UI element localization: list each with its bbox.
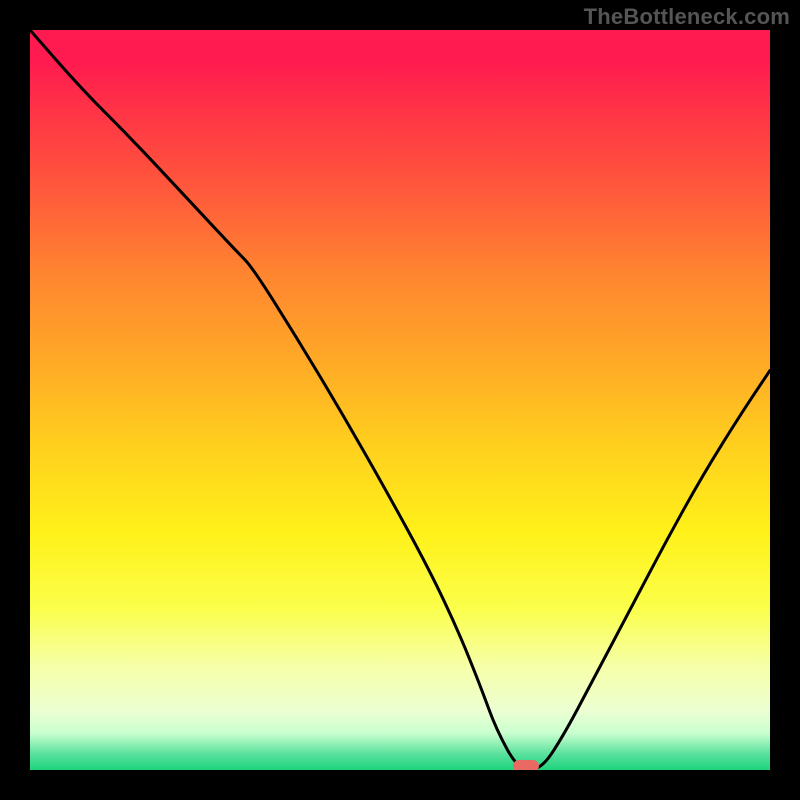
attribution-label: TheBottleneck.com <box>584 4 790 30</box>
bottleneck-curve-path <box>30 30 770 770</box>
chart-stage: TheBottleneck.com <box>0 0 800 800</box>
optimum-marker <box>513 760 539 770</box>
plot-area <box>30 30 770 770</box>
curve-svg <box>30 30 770 770</box>
